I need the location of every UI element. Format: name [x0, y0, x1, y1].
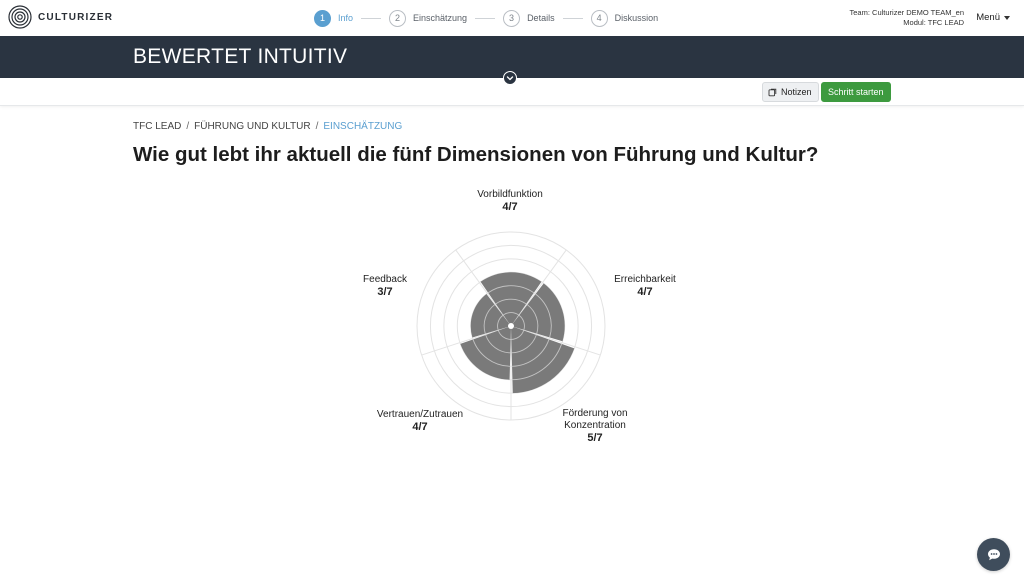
- dimension-name: Vorbildfunktion: [477, 189, 543, 200]
- dimension-name: Erreichbarkeit: [614, 274, 676, 285]
- team-info: Team: Culturizer DEMO TEAM_en Modul: TFC…: [850, 8, 964, 28]
- breadcrumb-separator: /: [315, 121, 319, 132]
- dimension-label-erreichbarkeit: Erreichbarkeit 4/7: [598, 274, 692, 298]
- step-label: Diskussion: [614, 13, 659, 23]
- dimension-score: 4/7: [412, 421, 428, 433]
- step-number: 2: [389, 9, 407, 27]
- notes-button-label: Notizen: [781, 87, 812, 97]
- step-details[interactable]: 3 Details: [503, 9, 555, 27]
- page-question: Wie gut lebt ihr aktuell die fünf Dimens…: [133, 143, 819, 166]
- breadcrumb-item[interactable]: TFC LEAD: [133, 121, 181, 132]
- menu-dropdown[interactable]: Menü: [976, 12, 1010, 23]
- step-number: 1: [314, 9, 331, 27]
- chart-center: [508, 323, 514, 329]
- section-title: BEWERTET INTUITIV: [133, 45, 348, 68]
- notes-icon: [768, 88, 777, 96]
- breadcrumb-current: EINSCHÄTZUNG: [323, 121, 403, 132]
- breadcrumb-separator: /: [186, 121, 190, 132]
- collapse-toggle-button[interactable]: [503, 71, 517, 85]
- step-einschaetzung[interactable]: 2 Einschätzung: [389, 9, 468, 27]
- step-number: 4: [590, 9, 608, 27]
- step-label: Info: [338, 13, 354, 23]
- step-label: Details: [527, 13, 555, 23]
- dimension-score: 4/7: [502, 201, 518, 213]
- step-number: 3: [503, 9, 521, 27]
- logo-icon: [8, 5, 32, 29]
- step-divider: [361, 17, 382, 19]
- caret-down-icon: [1004, 15, 1010, 20]
- team-name: Team: Culturizer DEMO TEAM_en: [849, 8, 964, 17]
- dimension-score: 4/7: [637, 286, 653, 298]
- breadcrumb: TFC LEAD / FÜHRUNG UND KULTUR / EINSCHÄT…: [133, 121, 402, 132]
- step-divider: [475, 17, 496, 19]
- step-divider: [562, 17, 583, 19]
- dimension-chart: Vorbildfunktion 4/7 Erreichbarkeit 4/7 F…: [350, 180, 680, 460]
- step-label: Einschätzung: [413, 13, 468, 23]
- notes-button[interactable]: Notizen: [762, 82, 819, 102]
- step-progress: 1 Info 2 Einschätzung 3 Details 4 Diskus…: [314, 8, 658, 28]
- dimension-label-vertrauen: Vertrauen/Zutrauen 4/7: [366, 409, 474, 433]
- start-step-button[interactable]: Schritt starten: [821, 82, 891, 102]
- start-step-label: Schritt starten: [828, 87, 884, 97]
- dimension-score: 5/7: [587, 432, 603, 444]
- culturizer-logo[interactable]: CULTURIZER: [8, 5, 113, 29]
- chat-icon: [987, 548, 1000, 560]
- menu-label: Menü: [976, 12, 1000, 23]
- dimension-name: Feedback: [363, 274, 407, 285]
- breadcrumb-item[interactable]: FÜHRUNG UND KULTUR: [194, 121, 310, 132]
- dimension-label-feedback: Feedback 3/7: [350, 274, 420, 298]
- dimension-score: 3/7: [377, 286, 393, 298]
- dimension-name: Förderung von Konzentration: [562, 408, 628, 431]
- step-info[interactable]: 1 Info: [314, 9, 354, 27]
- dimension-label-vorbildfunktion: Vorbildfunktion 4/7: [455, 189, 565, 213]
- step-diskussion[interactable]: 4 Diskussion: [590, 9, 659, 27]
- module-name: Modul: TFC LEAD: [903, 18, 964, 27]
- top-bar: CULTURIZER 1 Info 2 Einschätzung 3 Detai…: [0, 0, 1024, 36]
- dimension-label-foerderung: Förderung von Konzentration 5/7: [551, 408, 639, 444]
- logo-text: CULTURIZER: [38, 11, 114, 23]
- chevron-down-icon: [506, 76, 514, 81]
- dimension-name: Vertrauen/Zutrauen: [376, 409, 464, 420]
- chat-button[interactable]: [977, 538, 1010, 571]
